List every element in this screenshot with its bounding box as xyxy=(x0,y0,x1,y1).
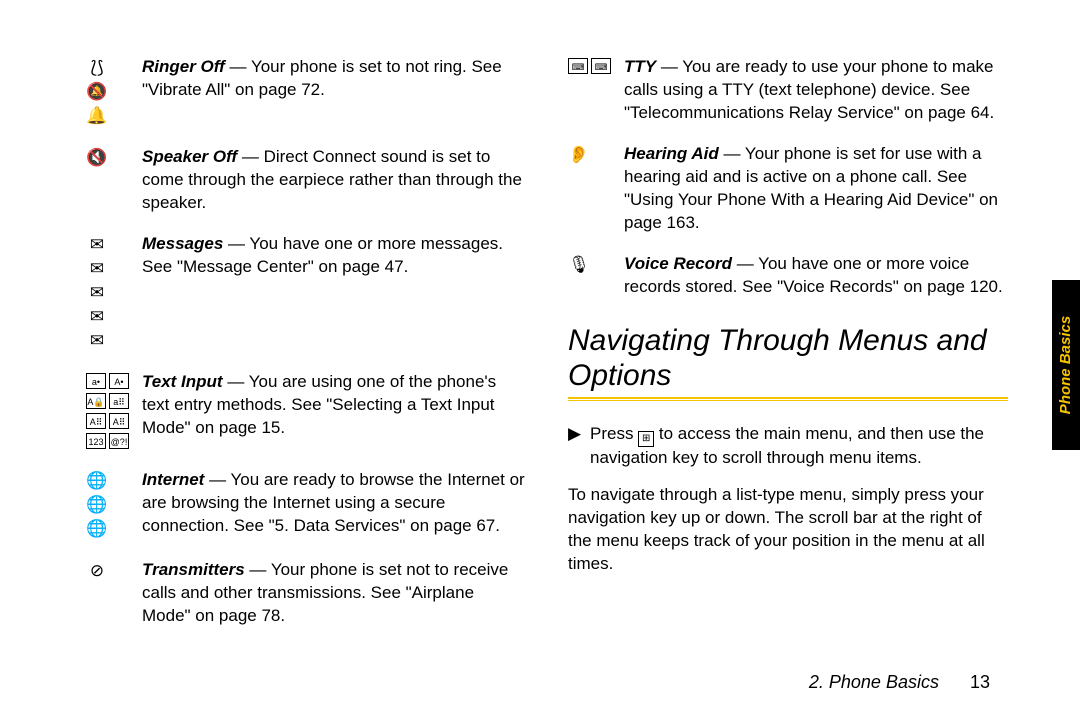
entry-text: TTY — You are ready to use your phone to… xyxy=(624,56,1008,125)
speaker-mute-icon: 🔇 xyxy=(86,148,108,168)
entry-term: Messages xyxy=(142,234,223,253)
definition-entry: 👂 Hearing Aid — Your phone is set for use… xyxy=(568,143,1008,235)
transmit-off-icon: ⊘ xyxy=(86,561,108,581)
menu-key-icon: ⊞ xyxy=(638,431,654,447)
entry-text: Ringer Off — Your phone is set to not ri… xyxy=(142,56,526,128)
page-footer: 2. Phone Basics 13 xyxy=(809,670,990,694)
entry-term: Transmitters xyxy=(142,560,245,579)
bell-outline-icon: 🔔 xyxy=(86,106,108,126)
envelope-check-icon: ✉ xyxy=(86,307,108,327)
hearing-aid-icon: 👂 xyxy=(568,145,590,165)
envelope-dark-icon: ✉ xyxy=(86,283,108,303)
section-rule xyxy=(568,397,1008,401)
definition-entry: 🔇 Speaker Off — Direct Connect sound is s… xyxy=(86,146,526,215)
text-a-dot-icon: a• xyxy=(86,373,106,389)
text-A-grid-icon: A⠿ xyxy=(86,413,106,429)
entry-term: Internet xyxy=(142,470,204,489)
definition-entry: 🌐 🌐 🌐 Internet — You are ready to browse th… xyxy=(86,469,526,541)
globe-lock-icon: 🌐 xyxy=(86,495,108,515)
tty-box-icon: ⌨ xyxy=(568,58,588,74)
vibrate-icon: ⟅⟆ xyxy=(86,58,108,78)
entry-description: — You are ready to use your phone to mak… xyxy=(624,57,994,122)
text-123-icon: 123 xyxy=(86,433,106,449)
right-column: ⌨⌨TTY — You are ready to use your phone … xyxy=(568,56,1008,646)
envelope-small-icon: ✉ xyxy=(86,331,108,351)
bell-mute-icon: 🔕 xyxy=(86,82,108,102)
definition-entry: ⊘ Transmitters — Your phone is set not to… xyxy=(86,559,526,628)
entry-term: Voice Record xyxy=(624,254,732,273)
entry-icons: ⊘ xyxy=(86,559,142,628)
left-column: ⟅⟆ 🔕 🔔 Ringer Off — Your phone is set to no… xyxy=(86,56,526,646)
entry-term: Ringer Off xyxy=(142,57,225,76)
globe-lock-small-icon: 🌐 xyxy=(86,519,108,539)
section-heading: Navigating Through Menus and Options xyxy=(568,324,1008,393)
envelope-open-icon: ✉ xyxy=(86,259,108,279)
bullet-marker: ▶ xyxy=(568,423,590,470)
footer-chapter: 2. Phone Basics xyxy=(809,672,939,692)
entry-text: Speaker Off — Direct Connect sound is se… xyxy=(142,146,526,215)
page-body: ⟅⟆ 🔕 🔔 Ringer Off — Your phone is set to no… xyxy=(0,0,1080,670)
definition-entry: a•A•A🔒a⠿A⠿A⠿123@?!Text Input — You are u… xyxy=(86,371,526,451)
entry-text: Hearing Aid — Your phone is set for use … xyxy=(624,143,1008,235)
instruction-bullet: ▶Press ⊞ to access the main menu, and th… xyxy=(568,423,1008,470)
entry-text: Internet — You are ready to browse the I… xyxy=(142,469,526,541)
entry-icons: 🎙 xyxy=(568,253,624,299)
entry-text: Transmitters — Your phone is set not to … xyxy=(142,559,526,628)
voice-record-icon: 🎙 xyxy=(568,255,590,275)
text-sym-icon: @?! xyxy=(109,433,129,449)
definition-entry: ✉ ✉ ✉ ✉ ✉ Messages — You have one or more mes… xyxy=(86,233,526,353)
globe-icon: 🌐 xyxy=(86,471,108,491)
entry-icons: 👂 xyxy=(568,143,624,235)
side-tab: Phone Basics xyxy=(1052,280,1080,450)
entry-icons: 🌐 🌐 🌐 xyxy=(86,469,142,541)
navigation-paragraph: To navigate through a list-type menu, si… xyxy=(568,484,1008,576)
entry-text: Text Input — You are using one of the ph… xyxy=(142,371,526,451)
definition-entry: 🎙 Voice Record — You have one or more voi… xyxy=(568,253,1008,299)
entry-icons: ⌨⌨ xyxy=(568,56,624,125)
text-a-grid-icon: a⠿ xyxy=(109,393,129,409)
tty-box-alt-icon: ⌨ xyxy=(591,58,611,74)
entry-icons: a•A•A🔒a⠿A⠿A⠿123@?! xyxy=(86,371,142,451)
side-tab-label: Phone Basics xyxy=(1056,316,1076,414)
entry-text: Voice Record — You have one or more voic… xyxy=(624,253,1008,299)
entry-icons: ⟅⟆ 🔕 🔔 xyxy=(86,56,142,128)
entry-icons: ✉ ✉ ✉ ✉ ✉ xyxy=(86,233,142,353)
definition-entry: ⌨⌨TTY — You are ready to use your phone … xyxy=(568,56,1008,125)
entry-term: Speaker Off xyxy=(142,147,237,166)
entry-term: Text Input xyxy=(142,372,223,391)
entry-icons: 🔇 xyxy=(86,146,142,215)
footer-page-number: 13 xyxy=(944,672,990,692)
entry-text: Messages — You have one or more messages… xyxy=(142,233,526,353)
text-A-lock-icon: A🔒 xyxy=(86,393,106,409)
entry-term: Hearing Aid xyxy=(624,144,719,163)
envelope-open-icon: ✉ xyxy=(86,235,108,255)
definition-entry: ⟅⟆ 🔕 🔔 Ringer Off — Your phone is set to no… xyxy=(86,56,526,128)
bullet-text: Press ⊞ to access the main menu, and the… xyxy=(590,423,1008,470)
text-A-dot-icon: A• xyxy=(109,373,129,389)
entry-term: TTY xyxy=(624,57,656,76)
text-A-grid-lock-icon: A⠿ xyxy=(109,413,129,429)
